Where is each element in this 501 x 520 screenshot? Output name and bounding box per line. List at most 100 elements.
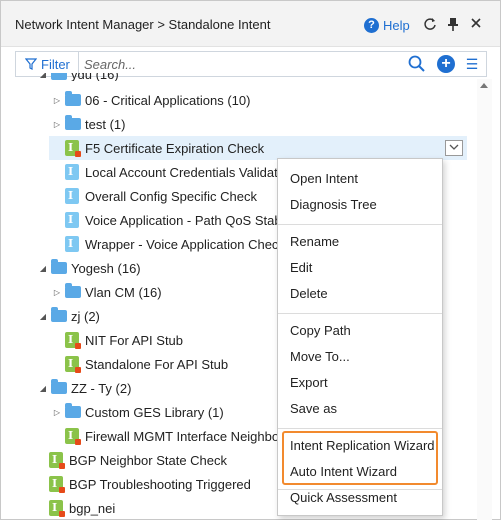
tree-item-label: Voice Application - Path QoS Stabil xyxy=(85,212,288,228)
tree-intent-standalone-api-stub[interactable]: I Standalone For API Stub xyxy=(65,352,228,376)
refresh-icon[interactable] xyxy=(422,17,438,33)
help-button[interactable]: ? Help xyxy=(364,16,410,34)
tree-item-label: ydu (16) xyxy=(71,73,119,81)
item-options-dropdown-button[interactable] xyxy=(445,140,463,156)
pin-icon[interactable] xyxy=(445,17,461,33)
tree-item-label: Firewall MGMT Interface Neighbor xyxy=(85,428,284,444)
tree-item-partial[interactable]: ◢ ydu (16) xyxy=(37,73,119,81)
menu-item-move-to[interactable]: Move To... xyxy=(290,346,350,368)
tree-intent-f5-cert[interactable]: I F5 Certificate Expiration Check xyxy=(49,136,467,160)
context-menu: Open Intent Diagnosis Tree Rename Edit D… xyxy=(277,158,443,516)
tree-item-label: Wrapper - Voice Application Check xyxy=(85,236,285,252)
menu-item-export[interactable]: Export xyxy=(290,372,328,394)
tree-intent-overall-config[interactable]: I Overall Config Specific Check xyxy=(65,184,257,208)
collapsed-caret-icon: ▷ xyxy=(53,95,61,105)
tree-intent-wrapper-voice[interactable]: I Wrapper - Voice Application Check xyxy=(65,232,285,256)
expanded-caret-icon: ◢ xyxy=(39,383,47,393)
intent-icon: I xyxy=(65,236,79,252)
intent-icon: I xyxy=(49,500,65,517)
folder-icon xyxy=(65,115,81,130)
intent-icon: I xyxy=(65,356,81,373)
help-icon: ? xyxy=(364,17,379,33)
tree-folder-critical-apps[interactable]: ▷ 06 - Critical Applications (10) xyxy=(51,88,250,112)
tree-folder-custom-ges[interactable]: ▷ Custom GES Library (1) xyxy=(51,400,224,424)
folder-icon xyxy=(65,283,81,298)
menu-item-diagnosis-tree[interactable]: Diagnosis Tree xyxy=(290,194,377,216)
filter-label: Filter xyxy=(41,56,70,72)
tree-item-label: Custom GES Library (1) xyxy=(85,404,224,420)
tree-item-label: zj (2) xyxy=(71,308,100,324)
close-icon[interactable] xyxy=(468,17,484,33)
expanded-caret-icon: ◢ xyxy=(39,263,47,273)
tree-folder-test[interactable]: ▷ test (1) xyxy=(51,112,125,136)
title-bar: Network Intent Manager > Standalone Inte… xyxy=(1,1,500,47)
intent-icon: I xyxy=(65,164,79,180)
menu-item-quick-assessment[interactable]: Quick Assessment xyxy=(290,487,397,509)
intent-icon: I xyxy=(65,212,79,228)
collapsed-caret-icon: ▷ xyxy=(53,287,61,297)
menu-separator xyxy=(278,313,442,314)
tree-intent-voice-app-path[interactable]: I Voice Application - Path QoS Stabil xyxy=(65,208,287,232)
intent-icon: I xyxy=(65,140,81,157)
tree-intent-local-account[interactable]: I Local Account Credentials Validatio xyxy=(65,160,288,184)
menu-item-edit[interactable]: Edit xyxy=(290,257,312,279)
menu-item-copy-path[interactable]: Copy Path xyxy=(290,320,351,342)
tree-item-label: Yogesh (16) xyxy=(71,260,141,276)
tree-intent-nit-api-stub[interactable]: I NIT For API Stub xyxy=(65,328,183,352)
folder-icon xyxy=(51,307,67,322)
intent-manager-window: Network Intent Manager > Standalone Inte… xyxy=(0,0,501,520)
tree-item-label: 06 - Critical Applications (10) xyxy=(85,92,251,108)
intent-icon: I xyxy=(49,452,65,469)
tree-item-label: Overall Config Specific Check xyxy=(85,188,257,204)
search-input[interactable] xyxy=(84,54,409,74)
collapsed-caret-icon: ▷ xyxy=(53,119,61,129)
tree-folder-yogesh[interactable]: ◢ Yogesh (16) xyxy=(37,256,141,280)
intent-icon: I xyxy=(49,476,65,493)
folder-icon xyxy=(51,73,67,80)
tree-intent-firewall-mgmt[interactable]: I Firewall MGMT Interface Neighbor xyxy=(65,424,283,448)
tree-item-label: Standalone For API Stub xyxy=(85,356,229,372)
menu-item-rename[interactable]: Rename xyxy=(290,231,339,253)
tree-item-label: ZZ - Ty (2) xyxy=(71,380,132,396)
folder-icon xyxy=(65,403,81,418)
folder-icon xyxy=(51,379,67,394)
menu-icon[interactable]: ☰ xyxy=(464,55,480,73)
expanded-caret-icon: ◢ xyxy=(39,311,47,321)
tree-scrollbar[interactable] xyxy=(477,79,492,520)
filter-icon xyxy=(25,58,37,70)
tree-item-label: F5 Certificate Expiration Check xyxy=(85,140,265,156)
tree-item-label: NIT For API Stub xyxy=(85,332,184,348)
window-title: Network Intent Manager > Standalone Inte… xyxy=(15,17,271,32)
tree-intent-bgp-nei[interactable]: I bgp_nei xyxy=(49,496,115,520)
menu-item-save-as[interactable]: Save as xyxy=(290,398,337,420)
menu-item-open-intent[interactable]: Open Intent xyxy=(290,168,358,190)
tree-item-label: BGP Troubleshooting Triggered xyxy=(69,476,251,492)
collapsed-caret-icon: ▷ xyxy=(53,407,61,417)
tree-intent-bgp-troubleshooting[interactable]: I BGP Troubleshooting Triggered xyxy=(49,472,251,496)
tree-item-label: bgp_nei xyxy=(69,500,116,516)
intent-icon: I xyxy=(65,188,79,204)
expanded-caret-icon: ◢ xyxy=(39,73,47,79)
intent-icon: I xyxy=(65,332,81,349)
menu-item-delete[interactable]: Delete xyxy=(290,283,328,305)
menu-item-intent-replication-wizard[interactable]: Intent Replication Wizard xyxy=(290,435,435,457)
tree-intent-bgp-neighbor[interactable]: I BGP Neighbor State Check xyxy=(49,448,227,472)
tree-item-label: test (1) xyxy=(85,116,126,132)
folder-icon xyxy=(65,91,81,106)
add-intent-button[interactable]: + xyxy=(437,55,455,73)
tree-item-label: Vlan CM (16) xyxy=(85,284,162,300)
help-label: Help xyxy=(383,17,410,33)
menu-item-auto-intent-wizard[interactable]: Auto Intent Wizard xyxy=(290,461,397,483)
tree-folder-zz-ty[interactable]: ◢ ZZ - Ty (2) xyxy=(37,376,131,400)
tree-item-label: BGP Neighbor State Check xyxy=(69,452,228,468)
tree-folder-zj[interactable]: ◢ zj (2) xyxy=(37,304,100,328)
tree-folder-vlan-cm[interactable]: ▷ Vlan CM (16) xyxy=(51,280,162,304)
scroll-up-arrow-icon[interactable] xyxy=(480,83,488,88)
tree-item-label: Local Account Credentials Validatio xyxy=(85,164,288,180)
folder-icon xyxy=(51,259,67,274)
menu-separator xyxy=(278,224,442,225)
search-icon[interactable] xyxy=(408,55,426,73)
chevron-down-icon xyxy=(449,144,459,150)
menu-separator xyxy=(278,428,442,429)
intent-icon: I xyxy=(65,428,81,445)
